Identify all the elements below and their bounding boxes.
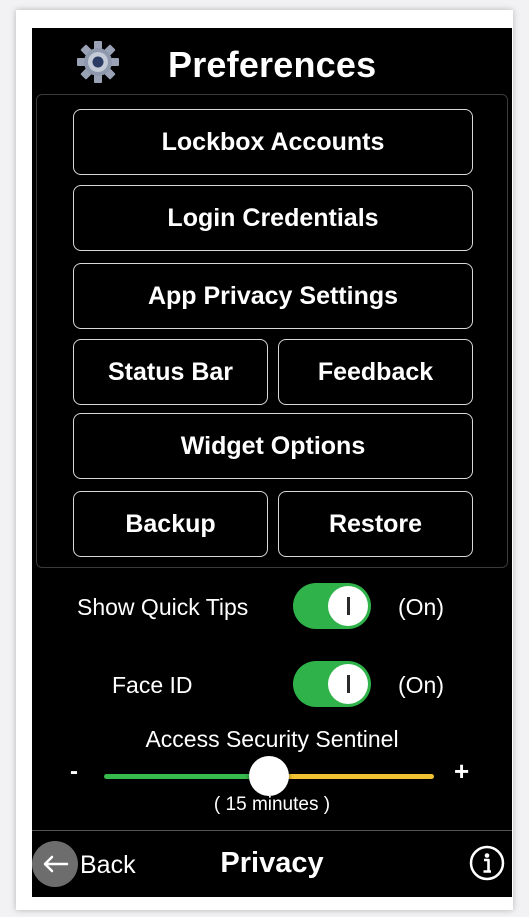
slider-minus: - [70,758,78,785]
app-privacy-settings-button[interactable]: App Privacy Settings [73,263,473,329]
preferences-panel: Lockbox Accounts Login Credentials App P… [36,94,508,568]
page-title: Preferences [168,44,377,85]
slider-plus: + [454,756,470,786]
status-bar-button[interactable]: Status Bar [73,339,268,405]
quick-tips-row: Show Quick Tips (On) [32,582,512,632]
toggle-knob [328,586,368,626]
face-id-row: Face ID (On) [32,660,512,710]
restore-button[interactable]: Restore [278,491,473,557]
bottom-bar: Back Privacy [32,830,512,897]
sentinel-slider-thumb[interactable] [249,756,289,796]
face-id-state: (On) [398,672,444,698]
sentinel-title: Access Security Sentinel [145,726,399,752]
slider-fill-right [269,774,434,779]
quick-tips-state: (On) [398,594,444,620]
sentinel-value: ( 15 minutes ) [213,794,331,815]
bottom-bar-title: Privacy [220,847,324,879]
face-id-label: Face ID [112,672,193,698]
feedback-button[interactable]: Feedback [278,339,473,405]
slider-fill-left [104,774,269,779]
backup-button[interactable]: Backup [73,491,268,557]
quick-tips-label: Show Quick Tips [77,594,249,620]
app-screen: Preferences Lockbox Accounts Login Crede… [32,28,512,897]
face-id-toggle[interactable] [293,661,371,707]
quick-tips-toggle[interactable] [293,583,371,629]
gear-icon [77,41,119,83]
info-icon[interactable] [469,845,505,881]
widget-options-button[interactable]: Widget Options [73,413,473,479]
header: Preferences [32,28,512,94]
login-credentials-button[interactable]: Login Credentials [73,185,473,251]
lockbox-accounts-button[interactable]: Lockbox Accounts [73,109,473,175]
toggle-knob [328,664,368,704]
